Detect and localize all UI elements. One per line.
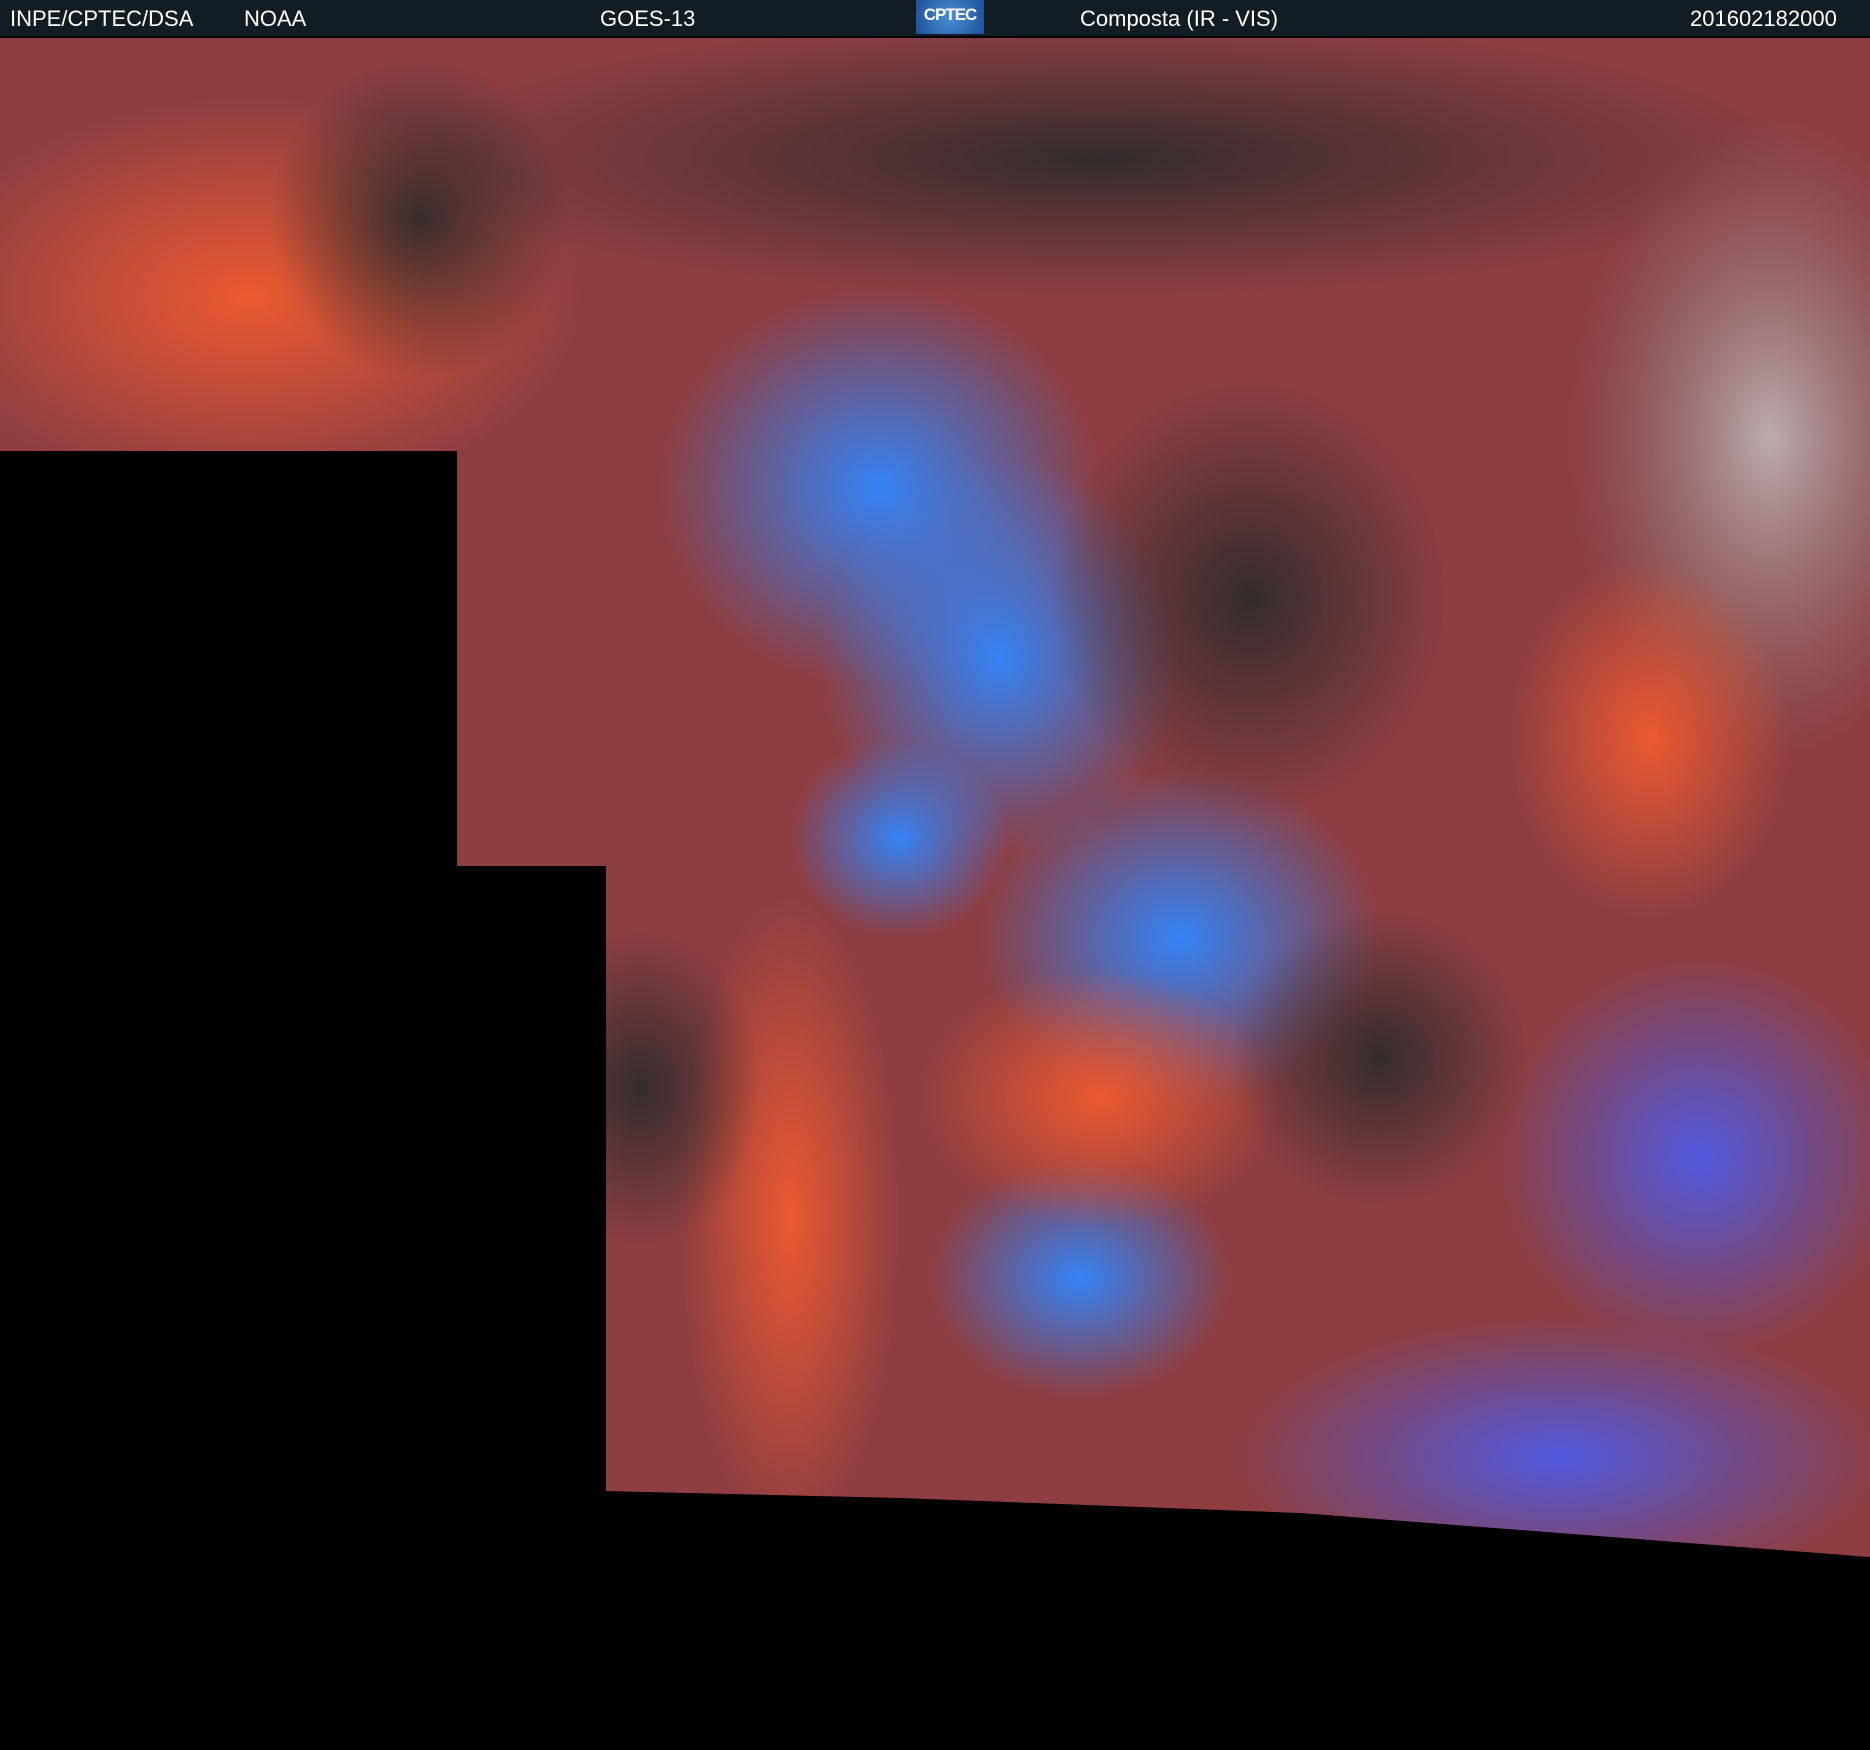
cold-cloud-bolivia [790, 738, 1010, 938]
agency-label: NOAA [244, 6, 307, 31]
satellite-image [0, 38, 1870, 1750]
warm-cloud-east-atlantic [1510, 558, 1790, 918]
clear-area-northeast [1050, 378, 1450, 818]
warm-cloud-south-brazil [920, 968, 1280, 1228]
clear-area-coast [1230, 908, 1530, 1208]
logo-text: CPTEC [923, 5, 978, 24]
cptec-logo: CPTEC [916, 0, 984, 34]
satellite-label: GOES-13 [600, 6, 696, 31]
institution-label: INPE/CPTEC/DSA [10, 6, 194, 31]
header-bar: INPE/CPTEC/DSA NOAA GOES-13 CPTEC Compos… [0, 0, 1870, 38]
clear-area-northwest [270, 58, 570, 378]
product-label: Composta (IR - VIS) [1080, 6, 1279, 31]
timestamp-label: 201602182000 [1690, 6, 1837, 31]
